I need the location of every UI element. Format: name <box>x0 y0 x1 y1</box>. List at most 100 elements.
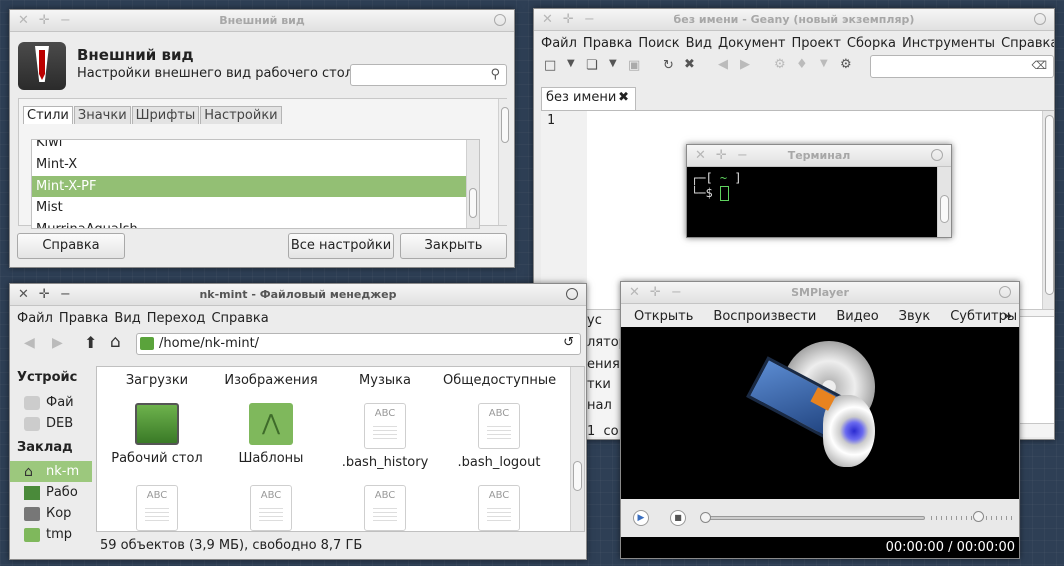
help-button[interactable]: Справка <box>17 233 125 259</box>
maximize-icon[interactable] <box>931 149 943 161</box>
menu-audio[interactable]: Звук <box>896 309 934 324</box>
minimize-icon[interactable]: − <box>671 285 682 300</box>
close-x-icon[interactable]: ✕ <box>542 12 553 27</box>
pin-icon[interactable]: ✛ <box>39 287 50 302</box>
close-x-icon[interactable]: ✕ <box>695 148 706 163</box>
seek-slider[interactable] <box>700 512 925 523</box>
video-area[interactable] <box>621 327 1019 499</box>
back-icon[interactable]: ◀ <box>24 335 35 351</box>
minimize-icon[interactable]: − <box>584 12 595 27</box>
list-item[interactable]: Mint-X-PF <box>36 176 96 197</box>
dropdown-icon[interactable]: ▼ <box>609 58 617 69</box>
file-item[interactable]: ⋀ Шаблоны <box>215 403 327 466</box>
volume-slider[interactable] <box>931 511 1015 522</box>
side-fragment[interactable]: ения <box>587 357 620 372</box>
file-item[interactable]: ABC <box>215 485 327 531</box>
search-input[interactable]: ⚲ <box>350 64 507 86</box>
menu-help[interactable]: Справка <box>208 311 271 326</box>
file-view-scrollbar[interactable] <box>570 367 584 531</box>
menu-tools[interactable]: Инструменты <box>899 36 998 51</box>
menu-build[interactable]: Сборка <box>844 36 899 51</box>
pin-icon[interactable]: ✛ <box>39 13 50 28</box>
close-x-icon[interactable]: ✕ <box>629 285 640 300</box>
menu-search[interactable]: Поиск <box>635 36 682 51</box>
side-fragment[interactable]: ус <box>587 313 602 328</box>
file-item[interactable]: ABC <box>329 485 441 531</box>
search-icon[interactable]: ⚲ <box>490 67 500 82</box>
scroll-thumb[interactable] <box>1045 115 1054 295</box>
pin-icon[interactable]: ✛ <box>563 12 574 27</box>
side-fragment[interactable]: тки <box>587 377 611 392</box>
back-icon[interactable]: ◀ <box>718 57 728 72</box>
home-icon[interactable]: ⌂ <box>110 332 121 352</box>
terminal-output[interactable]: ┌─[ ~ ] └─$ <box>691 171 742 201</box>
sidebar-item-deb[interactable]: DEB <box>10 413 92 434</box>
menu-play[interactable]: Воспроизвести <box>710 309 819 324</box>
scroll-thumb[interactable] <box>940 195 949 223</box>
compile-icon[interactable]: ⚙ <box>774 57 786 72</box>
file-item[interactable]: Загрузки <box>101 373 213 388</box>
file-item[interactable]: ABC .bash_history <box>329 403 441 470</box>
menu-file[interactable]: Файл <box>538 36 580 51</box>
build-icon[interactable]: ♦ <box>796 57 808 72</box>
file-item[interactable]: Рабочий стол <box>101 403 213 466</box>
sidebar-item-home[interactable]: ⌂ nk-m <box>10 461 92 482</box>
scroll-thumb[interactable] <box>573 461 582 491</box>
close-x-icon[interactable]: ✕ <box>18 13 29 28</box>
menu-project[interactable]: Проект <box>789 36 844 51</box>
sidebar-item-filesystem[interactable]: Фай <box>10 392 92 413</box>
menu-video[interactable]: Видео <box>833 309 881 324</box>
menu-view[interactable]: Вид <box>683 36 715 51</box>
tab-close-icon[interactable]: ✖ <box>618 90 629 105</box>
document-tab[interactable]: без имени ✖ <box>541 87 636 111</box>
all-settings-button[interactable]: Все настройки <box>288 233 394 259</box>
file-item[interactable]: Общедоступные <box>443 373 556 388</box>
editor-scrollbar[interactable] <box>1042 111 1054 309</box>
save-icon[interactable]: ▣ <box>628 58 640 73</box>
list-item-selected[interactable] <box>32 176 467 197</box>
maximize-icon[interactable] <box>566 288 578 300</box>
list-item[interactable]: Mist <box>36 197 63 218</box>
forward-icon[interactable]: ▶ <box>740 57 750 72</box>
menu-edit[interactable]: Правка <box>580 36 635 51</box>
scroll-thumb[interactable] <box>501 107 509 143</box>
tab-styles[interactable]: Стили <box>23 106 73 124</box>
list-item[interactable]: Kiwi <box>36 140 62 153</box>
pin-icon[interactable]: ✛ <box>716 148 727 163</box>
stop-icon[interactable]: ■ <box>670 510 686 526</box>
menu-go[interactable]: Переход <box>144 311 209 326</box>
list-item[interactable]: Mint-X <box>36 154 77 175</box>
tab-settings[interactable]: Настройки <box>200 106 282 124</box>
volume-handle[interactable] <box>973 511 984 522</box>
menu-document[interactable]: Документ <box>715 36 789 51</box>
up-icon[interactable]: ⬆ <box>84 333 97 352</box>
seek-handle[interactable] <box>700 512 711 523</box>
file-item[interactable]: ABC <box>101 485 213 531</box>
sidebar-item-tmp[interactable]: tmp <box>10 524 92 545</box>
dropdown-icon[interactable]: ▼ <box>567 58 575 69</box>
minimize-icon[interactable]: − <box>737 148 748 163</box>
maximize-icon[interactable] <box>494 14 506 26</box>
reload-icon[interactable]: ↻ <box>663 58 674 73</box>
location-bar[interactable]: /home/nk-mint/ ↺ <box>136 333 581 355</box>
file-item[interactable]: Музыка <box>329 373 441 388</box>
tab-fonts[interactable]: Шрифты <box>131 106 200 124</box>
gear-icon[interactable]: ⚙ <box>840 57 852 72</box>
file-item[interactable]: Изображения <box>215 373 327 388</box>
list-item[interactable]: MurrinaAquaIsh <box>36 219 138 228</box>
terminal-titlebar[interactable]: ✕ ✛ − Терминал <box>687 145 951 167</box>
close-file-icon[interactable]: ✖ <box>684 57 695 72</box>
dropdown-icon[interactable]: ▼ <box>820 58 828 69</box>
menu-open[interactable]: Открыть <box>631 309 696 324</box>
tab-icons[interactable]: Значки <box>73 106 131 124</box>
fm-titlebar[interactable]: ✕ ✛ − nk-mint - Файловый менеджер <box>10 284 586 306</box>
forward-icon[interactable]: ▶ <box>52 335 63 351</box>
file-item[interactable]: ABC <box>443 485 555 531</box>
side-fragment[interactable]: нал <box>587 398 612 413</box>
close-button[interactable]: Закрыть <box>400 233 507 259</box>
scroll-thumb[interactable] <box>469 188 477 218</box>
menu-help[interactable]: Справка <box>998 36 1054 51</box>
clear-icon[interactable]: ⌫ <box>1031 59 1047 72</box>
list-scrollbar[interactable] <box>466 140 479 228</box>
minimize-icon[interactable]: − <box>60 287 71 302</box>
